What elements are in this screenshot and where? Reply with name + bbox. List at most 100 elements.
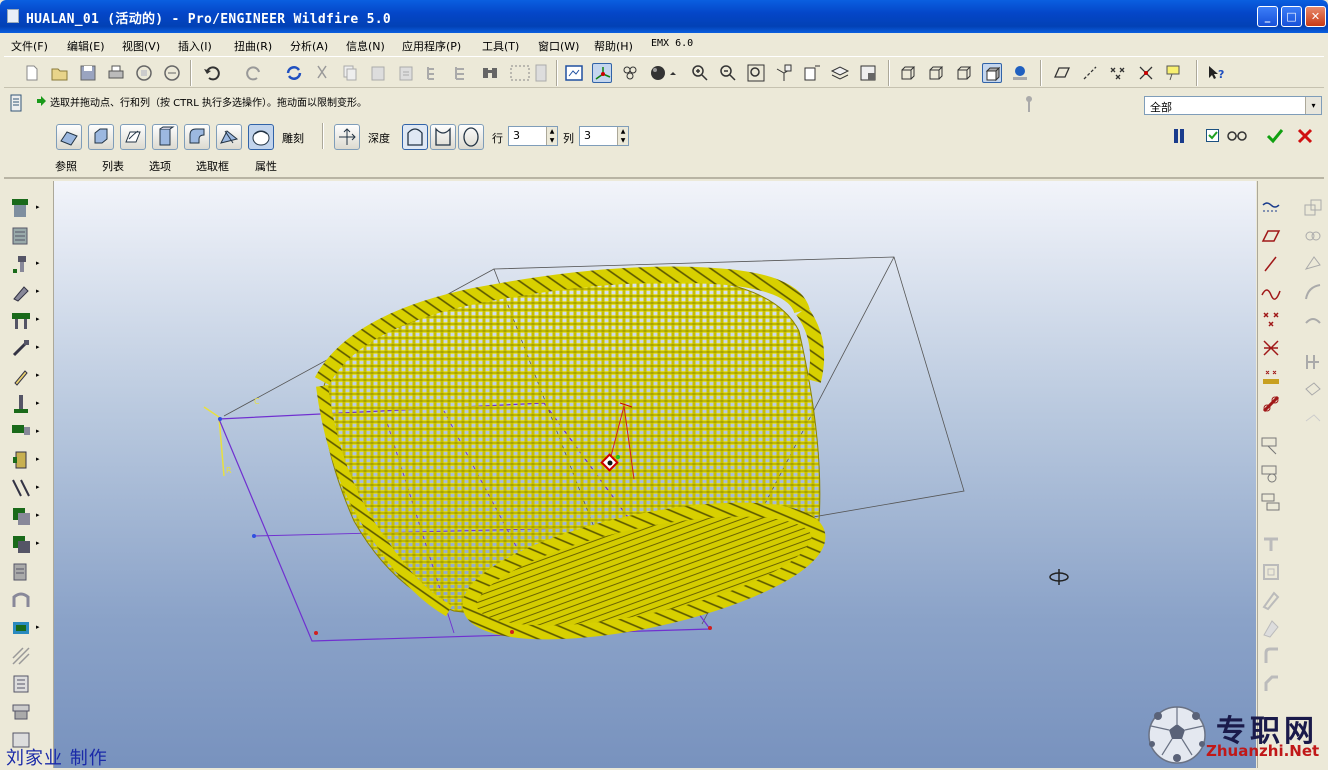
- zoom-in-icon[interactable]: [690, 63, 710, 83]
- filter-select[interactable]: 全部 ▾: [1144, 96, 1322, 115]
- email-icon[interactable]: [134, 63, 154, 83]
- paste-icon[interactable]: [368, 63, 388, 83]
- layers-toggle-icon[interactable]: [830, 63, 850, 83]
- preview-checkbox[interactable]: [1206, 129, 1219, 142]
- menu-help[interactable]: 帮助(H): [594, 38, 633, 54]
- csys-icon[interactable]: [1136, 63, 1156, 83]
- shaded-icon[interactable]: [982, 63, 1002, 83]
- fill-icon[interactable]: [1260, 533, 1282, 555]
- message-log-icon[interactable]: [8, 93, 26, 113]
- wrap-icon[interactable]: [1302, 379, 1324, 401]
- mirror-icon[interactable]: [10, 505, 32, 527]
- copy-feature-icon[interactable]: [1302, 197, 1324, 219]
- point-icon[interactable]: [1260, 309, 1282, 331]
- datum-plane-icon[interactable]: [1260, 197, 1282, 219]
- intersect-icon[interactable]: [1302, 253, 1324, 275]
- row-stepper[interactable]: 3 ▲ ▼: [508, 126, 558, 146]
- solidify-icon[interactable]: [10, 645, 32, 667]
- redo-icon[interactable]: [244, 63, 264, 83]
- spine-button[interactable]: [216, 124, 242, 150]
- col-stepper[interactable]: 3 ▲ ▼: [579, 126, 629, 146]
- offset-surface-icon[interactable]: [1302, 309, 1324, 331]
- boundary-blend-icon[interactable]: [1260, 561, 1282, 583]
- annotation-icon[interactable]: [1164, 63, 1184, 83]
- paste-special-icon[interactable]: [396, 63, 416, 83]
- print-icon[interactable]: [106, 63, 126, 83]
- menu-warp[interactable]: 扭曲(R): [234, 38, 272, 54]
- undo-icon[interactable]: [202, 63, 222, 83]
- menu-tools[interactable]: 工具(T): [482, 38, 519, 54]
- wireframe-icon[interactable]: [898, 63, 918, 83]
- group-icon[interactable]: [1260, 491, 1282, 513]
- spin-center-icon[interactable]: [592, 63, 612, 83]
- analysis-icon[interactable]: [1260, 393, 1282, 415]
- model-tree-icon[interactable]: [424, 63, 444, 83]
- repaint-icon[interactable]: [564, 63, 584, 83]
- trim-icon[interactable]: [10, 561, 32, 583]
- pattern-icon[interactable]: [10, 477, 32, 499]
- datum-axes-icon[interactable]: [1080, 63, 1100, 83]
- menu-insert[interactable]: 插入(I): [178, 38, 212, 54]
- sketch-icon[interactable]: [1260, 435, 1282, 457]
- graphics-viewport[interactable]: C R: [54, 181, 1256, 768]
- email-link-icon[interactable]: [162, 63, 182, 83]
- stretch-button[interactable]: [88, 124, 114, 150]
- warp-icon[interactable]: [10, 673, 32, 695]
- menu-file[interactable]: 文件(F): [11, 38, 48, 54]
- new-icon[interactable]: [22, 63, 42, 83]
- menu-emx[interactable]: EMX 6.0: [651, 38, 693, 49]
- maximize-button[interactable]: □: [1281, 6, 1302, 27]
- rib-icon[interactable]: [10, 365, 32, 387]
- solidify-surface-icon[interactable]: [1260, 589, 1282, 611]
- bend-button[interactable]: [120, 124, 146, 150]
- menu-applications[interactable]: 应用程序(P): [402, 38, 461, 54]
- shading-icon[interactable]: [648, 63, 678, 83]
- spin-arrows-icon[interactable]: ▲ ▼: [546, 127, 557, 145]
- menu-edit[interactable]: 编辑(E): [67, 38, 105, 54]
- tab-list[interactable]: 列表: [102, 158, 124, 174]
- spin-arrows-icon[interactable]: ▲ ▼: [617, 127, 628, 145]
- axis-icon[interactable]: [1260, 253, 1282, 275]
- slider-icon[interactable]: [1024, 94, 1034, 114]
- draft-icon[interactable]: [10, 393, 32, 415]
- twist-button[interactable]: [152, 124, 178, 150]
- tab-marquee[interactable]: 选取框: [196, 158, 229, 174]
- mirror-tool-icon[interactable]: [1260, 463, 1282, 485]
- warp-button[interactable]: [184, 124, 210, 150]
- sweep-icon[interactable]: [10, 253, 32, 275]
- project-icon[interactable]: [1302, 351, 1324, 373]
- thicken-surface-icon[interactable]: [1260, 617, 1282, 639]
- merge-feature-icon[interactable]: [1302, 225, 1324, 247]
- glasses-icon[interactable]: [1226, 129, 1248, 142]
- model-canvas[interactable]: C R: [54, 181, 1256, 768]
- filter-symmetric-button[interactable]: [458, 124, 484, 150]
- view-manager-icon[interactable]: [858, 63, 878, 83]
- round-surface-icon[interactable]: [1260, 645, 1282, 667]
- extrude-icon[interactable]: [10, 197, 32, 219]
- sculpt-button[interactable]: [248, 124, 274, 150]
- open-icon[interactable]: [50, 63, 70, 83]
- trim-surface-icon[interactable]: [1302, 407, 1324, 429]
- filter-one-side-button[interactable]: [402, 124, 428, 150]
- tab-options[interactable]: 选项: [149, 158, 171, 174]
- whats-this-icon[interactable]: ?: [1206, 63, 1226, 83]
- close-button[interactable]: ✕: [1305, 6, 1326, 27]
- menu-info[interactable]: 信息(N): [346, 38, 385, 54]
- copy-icon[interactable]: [340, 63, 360, 83]
- regenerate-icon[interactable]: [284, 63, 304, 83]
- refit-icon[interactable]: [746, 63, 766, 83]
- orient-icon[interactable]: [620, 63, 640, 83]
- save-icon[interactable]: [78, 63, 98, 83]
- datum-points-icon[interactable]: [1108, 63, 1128, 83]
- find-icon[interactable]: [480, 63, 500, 83]
- select-box-icon[interactable]: [508, 63, 548, 83]
- offset-icon[interactable]: [10, 589, 32, 611]
- reorient-icon[interactable]: [774, 63, 794, 83]
- menu-window[interactable]: 窗口(W): [538, 38, 579, 54]
- round-icon[interactable]: [10, 421, 32, 443]
- hidden-line-icon[interactable]: [926, 63, 946, 83]
- curve-icon[interactable]: [1260, 281, 1282, 303]
- menu-analysis[interactable]: 分析(A): [290, 38, 328, 54]
- minimize-button[interactable]: _: [1257, 6, 1278, 27]
- appearance-icon[interactable]: [1010, 63, 1030, 83]
